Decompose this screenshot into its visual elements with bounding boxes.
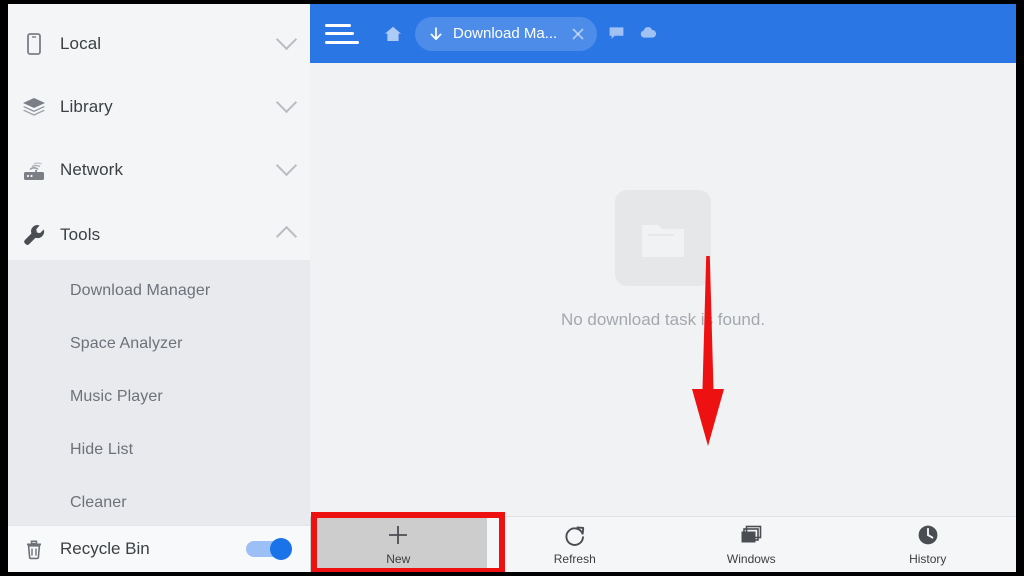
- home-icon[interactable]: [375, 16, 411, 52]
- sidebar-item-label: Library: [60, 96, 113, 116]
- app-screen: Local Library Network Tools Download Man…: [8, 4, 1016, 572]
- top-toolbar: Download Ma...: [310, 4, 1016, 63]
- recycle-bin-toggle[interactable]: [246, 538, 292, 560]
- sidebar-subitem-hide-list[interactable]: Hide List: [8, 423, 310, 476]
- sidebar-item-tools[interactable]: Tools: [8, 203, 310, 266]
- sidebar-subitem-label: Music Player: [70, 387, 163, 405]
- sidebar: Local Library Network Tools Download Man…: [8, 4, 310, 572]
- hamburger-line: [325, 32, 354, 35]
- empty-state: No download task is found.: [310, 63, 1016, 516]
- tools-submenu: Download Manager Space Analyzer Music Pl…: [8, 260, 310, 525]
- main-panel: Download Ma... No download task is found…: [310, 4, 1016, 572]
- sidebar-item-label: Tools: [60, 224, 101, 244]
- tab-title: Download Ma...: [453, 25, 558, 42]
- windows-button[interactable]: Windows: [663, 517, 840, 572]
- wrench-icon: [8, 222, 60, 248]
- router-icon: [8, 157, 60, 183]
- windows-stack-icon: [738, 523, 764, 547]
- hamburger-line: [325, 23, 351, 27]
- refresh-icon: [563, 523, 587, 547]
- sidebar-subitem-label: Hide List: [70, 440, 134, 458]
- layers-icon: [8, 95, 60, 119]
- sidebar-subitem-space-analyzer[interactable]: Space Analyzer: [8, 317, 310, 370]
- new-button-label: New: [386, 552, 411, 566]
- sidebar-subitem-music-player[interactable]: Music Player: [8, 370, 310, 423]
- trash-icon: [8, 537, 60, 561]
- tab-download-manager[interactable]: Download Ma...: [415, 16, 598, 51]
- refresh-button[interactable]: Refresh: [487, 517, 664, 572]
- toggle-knob: [270, 538, 292, 560]
- sidebar-subitem-label: Cleaner: [70, 493, 127, 511]
- sidebar-item-local[interactable]: Local: [8, 12, 310, 75]
- history-button[interactable]: History: [840, 517, 1017, 572]
- chevron-down-icon: [275, 154, 298, 176]
- new-button[interactable]: New: [310, 517, 487, 572]
- sidebar-subitem-label: Download Manager: [70, 281, 211, 299]
- recycle-bin-label: Recycle Bin: [60, 539, 150, 558]
- hamburger-line: [325, 40, 359, 44]
- close-icon[interactable]: [565, 21, 591, 47]
- plus-icon: [386, 523, 410, 547]
- refresh-button-label: Refresh: [553, 552, 596, 566]
- sidebar-subitem-download-manager[interactable]: Download Manager: [8, 264, 310, 317]
- phone-icon: [8, 32, 60, 56]
- history-button-label: History: [909, 552, 947, 566]
- clock-icon: [916, 523, 940, 547]
- chevron-down-icon: [275, 91, 298, 113]
- chevron-down-icon: [275, 28, 298, 50]
- download-arrow-icon: [430, 27, 442, 40]
- sidebar-subitem-label: Space Analyzer: [70, 334, 183, 352]
- chevron-up-icon: [275, 225, 298, 247]
- folder-icon: [615, 189, 711, 286]
- empty-state-message: No download task is found.: [560, 309, 766, 329]
- cloud-icon[interactable]: [635, 21, 661, 47]
- windows-button-label: Windows: [726, 552, 776, 566]
- sidebar-subitem-cleaner[interactable]: Cleaner: [8, 476, 310, 529]
- device-frame: Local Library Network Tools Download Man…: [0, 0, 1024, 576]
- sidebar-item-recycle-bin[interactable]: Recycle Bin: [8, 525, 310, 572]
- sidebar-item-library[interactable]: Library: [8, 75, 310, 138]
- hamburger-menu-icon[interactable]: [325, 22, 359, 46]
- sidebar-item-network[interactable]: Network: [8, 138, 310, 201]
- message-icon[interactable]: [603, 21, 629, 47]
- bottom-toolbar: New Refresh Windows History: [310, 516, 1016, 572]
- sidebar-item-label: Local: [60, 33, 102, 53]
- sidebar-item-label: Network: [60, 159, 124, 179]
